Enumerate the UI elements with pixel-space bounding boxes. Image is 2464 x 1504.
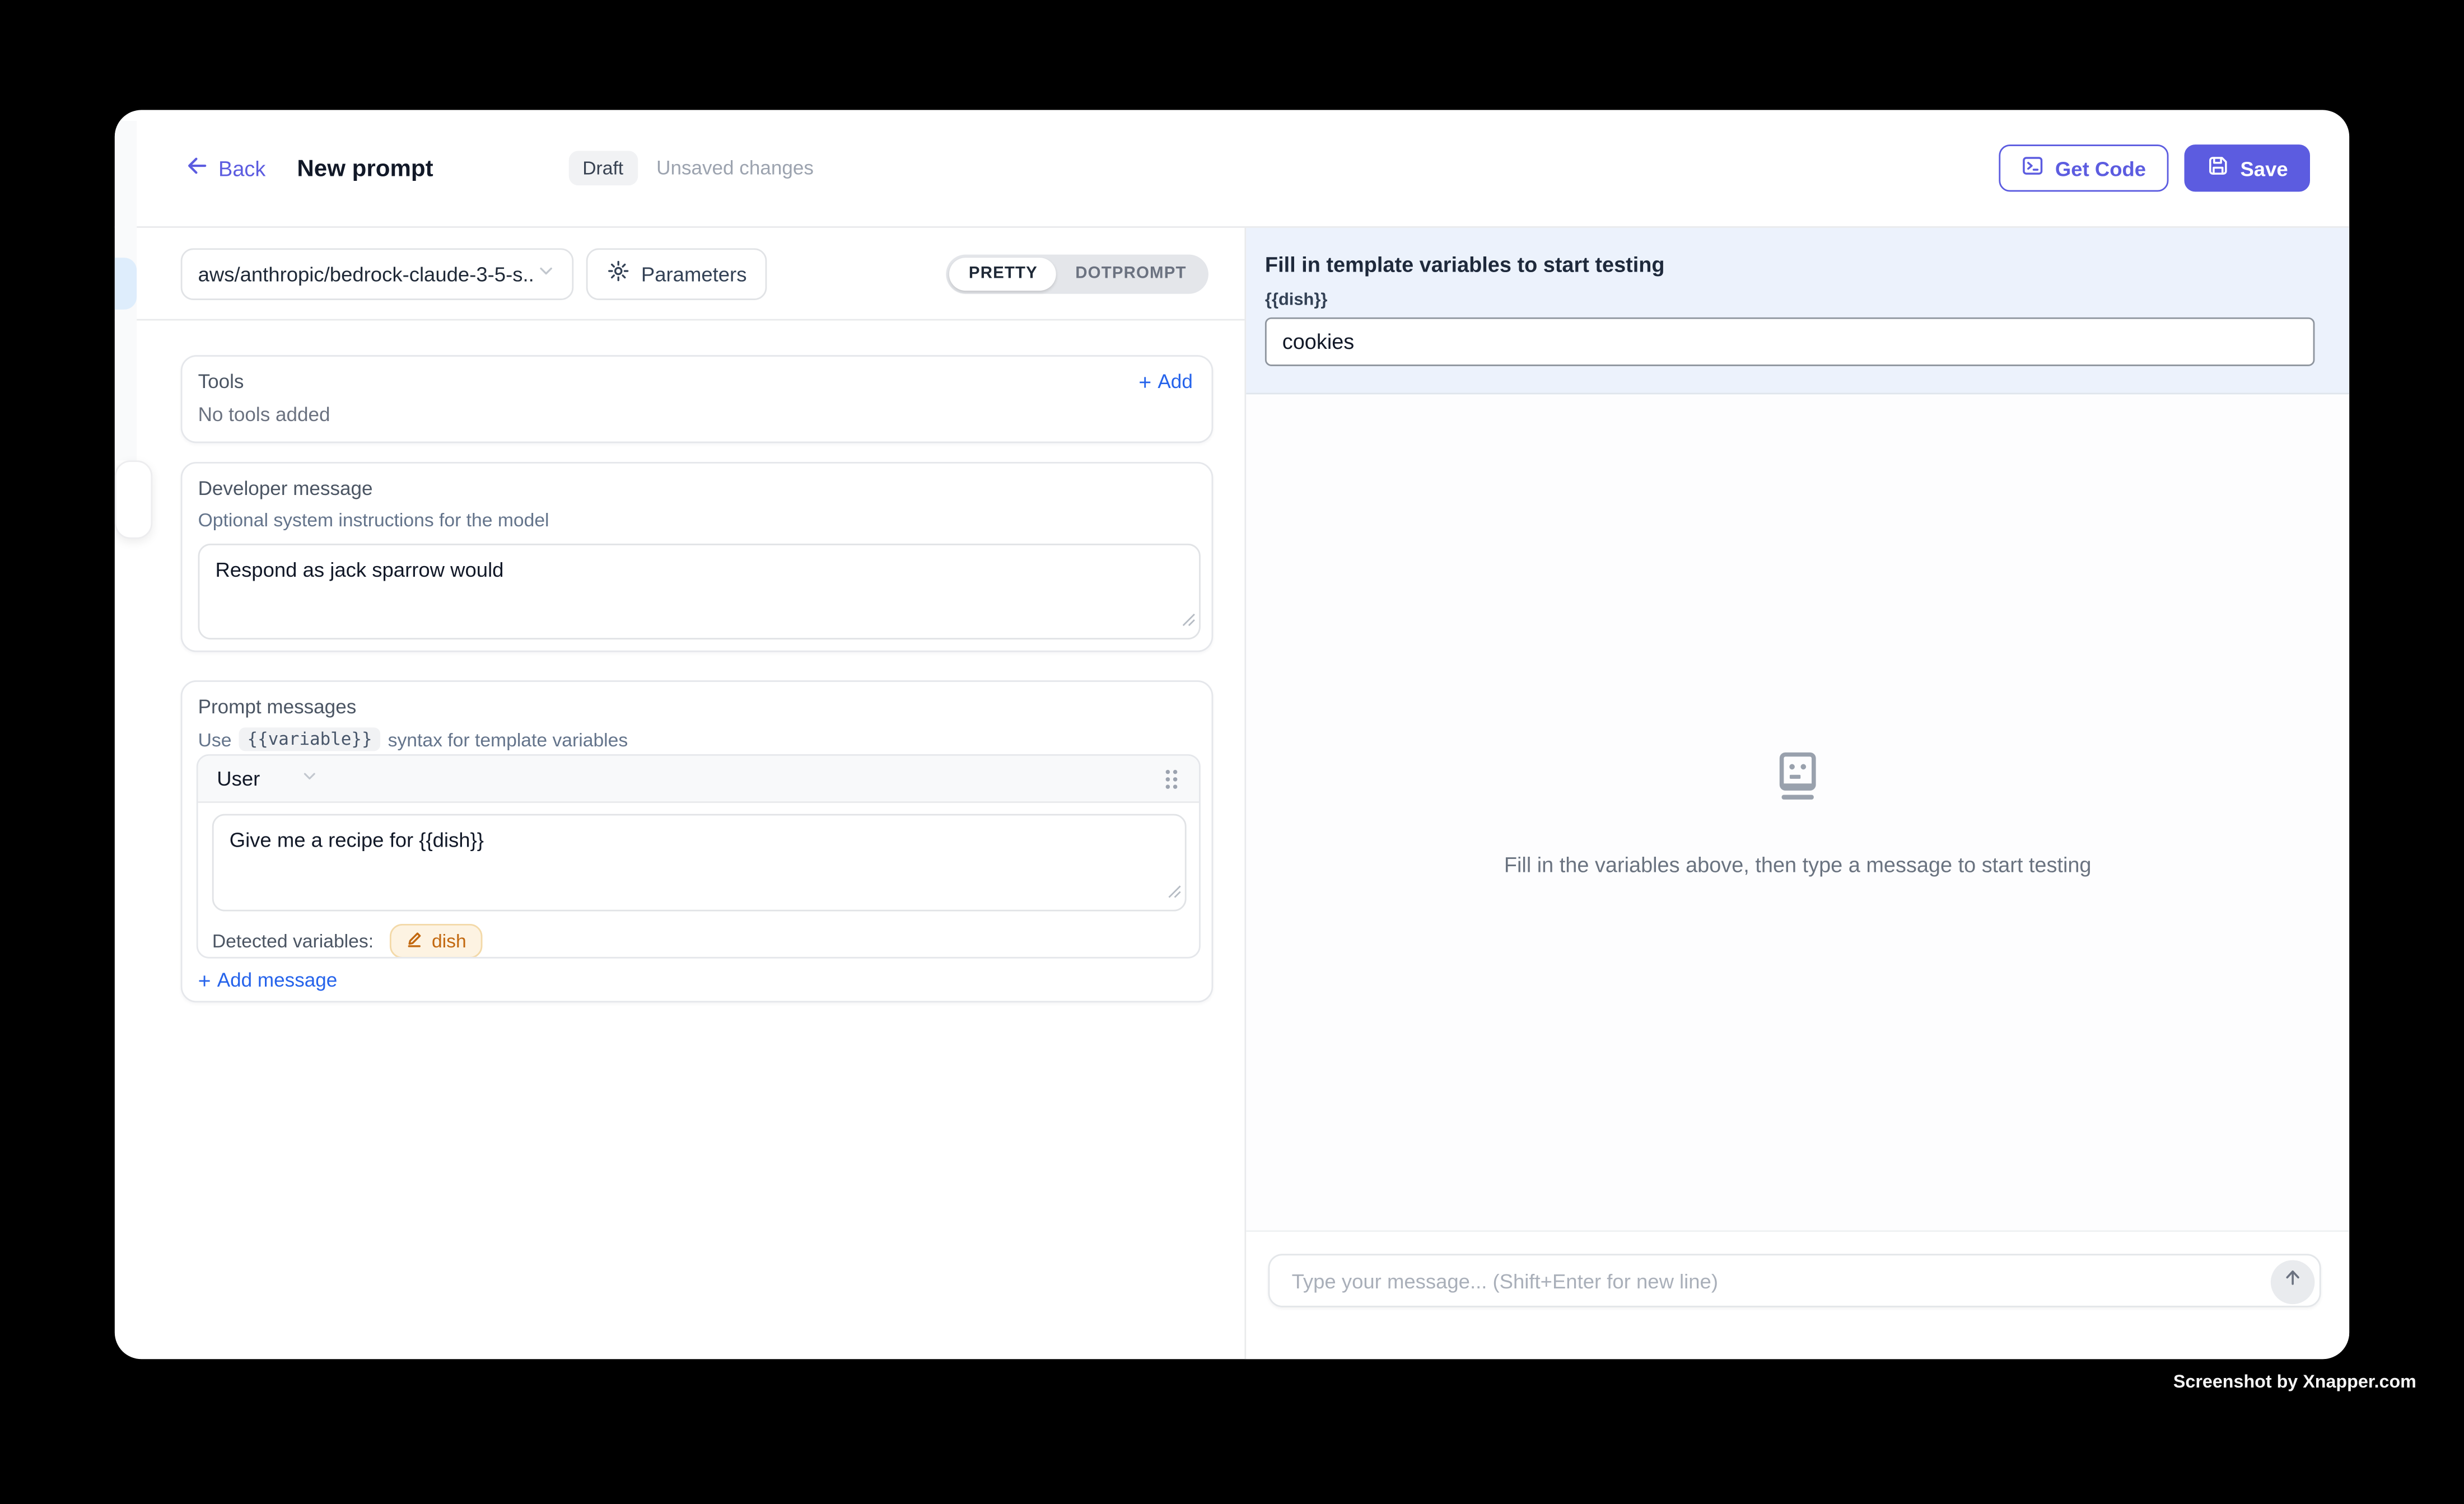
screenshot-stage: Back New prompt Draft Unsaved changes Ge… (0, 0, 2464, 1503)
back-button[interactable]: Back (185, 154, 265, 183)
developer-message-field: Respond as jack sparrow would (198, 544, 1201, 639)
drag-handle-icon[interactable] (1163, 766, 1180, 791)
toggle-dotprompt[interactable]: DOTPROMPT (1057, 257, 1206, 290)
robot-icon (1770, 748, 1826, 812)
chat-empty-text: Fill in the variables above, then type a… (1504, 853, 2092, 877)
variables-panel: Fill in template variables to start test… (1246, 228, 2349, 394)
save-button[interactable]: Save (2183, 144, 2310, 191)
app-window: Back New prompt Draft Unsaved changes Ge… (115, 110, 2349, 1359)
add-tool-button[interactable]: + Add (1138, 371, 1193, 393)
variable-dish-label: {{dish}} (1265, 291, 2321, 310)
detected-variables-label: Detected variables: (212, 930, 374, 952)
send-button[interactable] (2271, 1259, 2315, 1304)
variable-syntax-chip: {{variable}} (239, 727, 380, 751)
developer-message-textarea[interactable]: Respond as jack sparrow would (199, 545, 1199, 638)
get-code-label: Get Code (2055, 156, 2146, 180)
header-actions: Get Code Save (1999, 144, 2310, 191)
developer-message-card: Developer message Optional system instru… (181, 462, 1214, 652)
model-select-value: aws/anthropic/bedrock-claude-3-5-s... (198, 261, 536, 285)
chevron-down-icon (536, 261, 556, 286)
chat-empty-area: Fill in the variables above, then type a… (1246, 394, 2349, 1230)
main: aws/anthropic/bedrock-claude-3-5-s... Pa… (115, 228, 2349, 1359)
unsaved-changes-label: Unsaved changes (656, 157, 814, 179)
prompt-messages-card: Prompt messages Use {{variable}} syntax … (181, 680, 1214, 1002)
resize-grip-icon[interactable] (1182, 606, 1196, 635)
tools-empty-text: No tools added (198, 404, 1193, 426)
terminal-icon (2020, 154, 2044, 183)
save-label: Save (2240, 156, 2288, 180)
plus-icon: + (1138, 371, 1151, 393)
toggle-pretty[interactable]: PRETTY (950, 257, 1056, 290)
add-message-label: Add message (217, 969, 337, 991)
variables-panel-title: Fill in template variables to start test… (1265, 253, 2321, 277)
sidebar-highlight-item[interactable] (115, 258, 136, 310)
tools-title: Tools (198, 371, 244, 393)
plus-icon: + (198, 969, 211, 991)
add-tool-label: Add (1158, 371, 1192, 393)
add-message-button[interactable]: + Add message (198, 969, 338, 991)
editor-toolbar: aws/anthropic/bedrock-claude-3-5-s... Pa… (115, 228, 1245, 321)
detected-variables-row: Detected variables: dish (212, 924, 482, 959)
test-pane: Fill in template variables to start test… (1246, 228, 2349, 1359)
chat-message-input[interactable] (1289, 1267, 2320, 1294)
message-header: User (198, 756, 1199, 803)
model-select[interactable]: aws/anthropic/bedrock-claude-3-5-s... (181, 247, 574, 300)
role-select[interactable]: User (217, 767, 320, 790)
page-title: New prompt (297, 155, 433, 181)
back-arrow-icon (185, 154, 209, 183)
parameters-label: Parameters (641, 261, 747, 285)
developer-message-subtitle: Optional system instructions for the mod… (198, 509, 1198, 531)
editor-content: Tools + Add No tools added Developer mes… (115, 320, 1245, 1359)
format-toggle: PRETTY DOTPROMPT (947, 254, 1208, 293)
sidebar-bottom-box (115, 460, 152, 539)
hint-prefix: Use (198, 728, 232, 750)
save-icon (2206, 154, 2229, 183)
role-value: User (217, 767, 260, 790)
chevron-down-icon (301, 767, 320, 790)
variable-chip-dish[interactable]: dish (389, 924, 482, 959)
get-code-button[interactable]: Get Code (1999, 144, 2168, 191)
edit-pencil-icon (405, 930, 424, 953)
tools-card: Tools + Add No tools added (181, 355, 1214, 443)
arrow-up-icon (2281, 1267, 2303, 1296)
message-field: Give me a recipe for {{dish}} (212, 814, 1187, 912)
variable-chip-label: dish (432, 930, 466, 952)
message-textarea[interactable]: Give me a recipe for {{dish}} (214, 815, 1185, 909)
chat-input-container (1268, 1254, 2321, 1307)
resize-grip-icon[interactable] (1168, 879, 1182, 907)
hint-suffix: syntax for template variables (388, 728, 628, 750)
watermark: Screenshot by Xnapper.com (2173, 1374, 2416, 1393)
message-block: User Give me a recipe for (197, 754, 1201, 959)
parameters-button[interactable]: Parameters (586, 247, 767, 300)
gear-icon (606, 259, 630, 288)
prompt-messages-title: Prompt messages (198, 696, 1198, 718)
back-label: Back (218, 156, 265, 180)
header: Back New prompt Draft Unsaved changes Ge… (115, 110, 2349, 227)
developer-message-title: Developer message (198, 478, 1198, 499)
variable-dish-input[interactable] (1265, 317, 2314, 366)
chat-input-bar (1246, 1230, 2349, 1359)
status-badge: Draft (568, 151, 638, 185)
editor-pane: aws/anthropic/bedrock-claude-3-5-s... Pa… (115, 228, 1246, 1359)
